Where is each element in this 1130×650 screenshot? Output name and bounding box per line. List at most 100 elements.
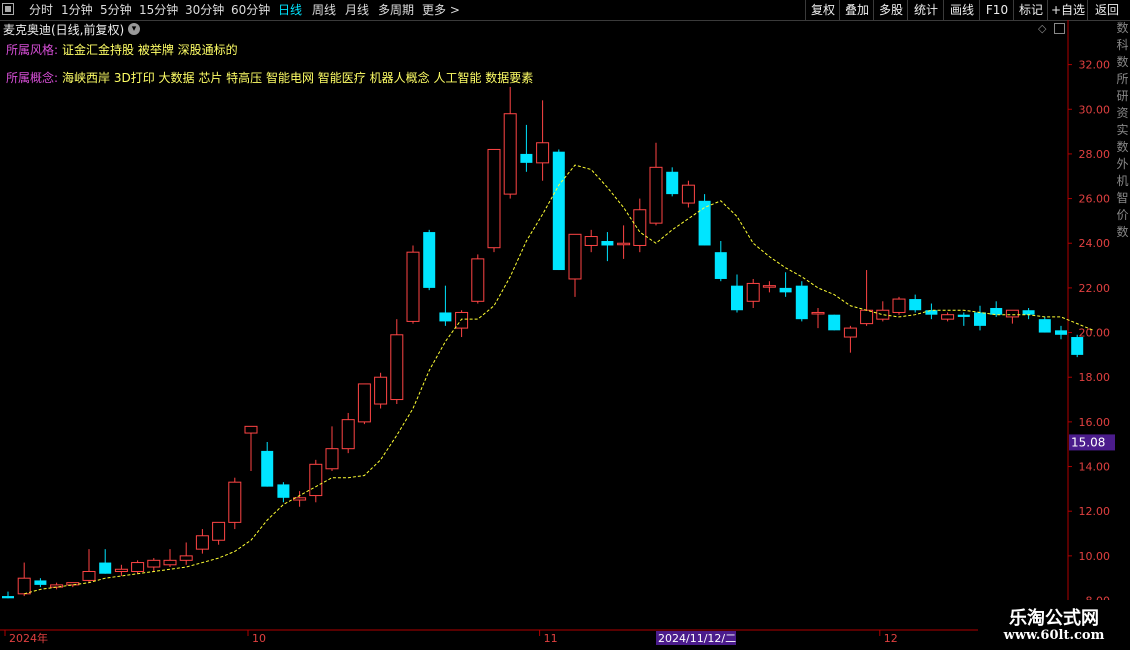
candle (82, 549, 96, 583)
candle (957, 312, 970, 326)
candle-body (974, 312, 986, 326)
candle-body (698, 200, 711, 246)
candle-body (762, 285, 776, 288)
candle (941, 312, 955, 322)
draw-button[interactable]: 画线 (943, 0, 980, 20)
tab-multi-period[interactable]: 多周期 (378, 2, 414, 18)
f10-button[interactable]: F10 (979, 0, 1014, 20)
adjust-button[interactable]: 复权 (805, 0, 840, 20)
style-row: 所属风格: 证金汇金持股 被举牌 深股通标的 (6, 41, 238, 58)
candle-body (82, 570, 96, 581)
candle (503, 86, 517, 199)
candle-body (2, 596, 14, 599)
tab-daily[interactable]: 日线 (278, 2, 302, 18)
candle-body (1071, 337, 1084, 355)
price-tick-label: 20.00 (1079, 327, 1111, 340)
candle (423, 229, 436, 291)
side-label: 数 (1116, 140, 1129, 154)
candle (212, 521, 226, 545)
candle-body (584, 236, 598, 246)
mark-button[interactable]: 标记 (1013, 0, 1048, 20)
candle (325, 426, 339, 472)
overlay-button[interactable]: 叠加 (839, 0, 874, 20)
side-label: 所 (1116, 72, 1129, 86)
price-tick-label: 28.00 (1079, 148, 1111, 161)
stats-button[interactable]: 统计 (907, 0, 944, 20)
candle (520, 124, 533, 172)
candle-body (1055, 330, 1067, 335)
candle-body (325, 448, 339, 470)
stock-title: 麦克奥迪(日线,前复权) (3, 23, 125, 37)
candle-body (811, 311, 825, 315)
candle (746, 278, 760, 308)
tab-30min[interactable]: 30分钟 (185, 2, 224, 18)
side-panel: 数科数所研资实数外机智价数 (1115, 20, 1130, 630)
time-tick-label: 11 (544, 632, 558, 645)
diamond-icon[interactable]: ◇ (1038, 22, 1046, 35)
candle (114, 564, 128, 576)
candle-body (731, 285, 743, 311)
candle-body (536, 142, 550, 164)
side-label: 实 (1116, 123, 1129, 137)
chart-title-bar: 麦克奥迪(日线,前复权) ▾ ◇ (0, 20, 1070, 38)
candle-body (909, 299, 922, 311)
time-tick-label: 2024年 (9, 631, 48, 645)
price-tick-label: 14.00 (1079, 461, 1111, 474)
candle (876, 301, 890, 322)
candle-body (828, 314, 841, 331)
candle (471, 254, 485, 304)
price-tick-label: 26.00 (1079, 193, 1111, 206)
candle (990, 301, 1003, 317)
candle-body (876, 309, 890, 320)
candle-body (471, 258, 485, 302)
add-watchlist-button[interactable]: +自选 (1047, 0, 1088, 20)
candle (50, 582, 64, 590)
price-tick-label: 16.00 (1079, 416, 1111, 429)
candle-body (990, 307, 1003, 315)
candle (681, 180, 695, 208)
candle-body (649, 166, 663, 224)
candle (455, 310, 469, 338)
candle-body (487, 148, 501, 249)
tab-60min[interactable]: 60分钟 (231, 2, 270, 18)
candle-body (341, 419, 355, 450)
candle-body (957, 314, 970, 317)
candlestick-chart[interactable]: 32.00 30.00 28.00 26.00 24.00 22.00 20.00 18.00… (0, 20, 1115, 650)
tab-15min[interactable]: 15分钟 (139, 2, 178, 18)
candle (1022, 307, 1035, 320)
tab-more[interactable]: 更多 > (422, 2, 460, 18)
tab-1min[interactable]: 1分钟 (61, 2, 93, 18)
price-tick-label: 22.00 (1079, 282, 1111, 295)
maximize-icon[interactable] (1054, 23, 1065, 34)
back-button[interactable]: 返回 (1087, 0, 1126, 20)
price-tick-label: 32.00 (1079, 59, 1111, 72)
tab-5min[interactable]: 5分钟 (100, 2, 132, 18)
watermark-title: 乐淘公式网 (1009, 608, 1099, 629)
candle-body (503, 113, 517, 195)
candle-body (455, 311, 469, 329)
chevron-down-icon[interactable]: ▾ (128, 23, 140, 35)
tab-weekly[interactable]: 周线 (312, 2, 336, 18)
candle-body (406, 251, 420, 322)
candle-body (601, 241, 614, 246)
current-price-label: 15.08 (1071, 435, 1105, 449)
candle-body (147, 559, 161, 568)
candle (439, 285, 452, 326)
candle-body (163, 559, 177, 566)
menu-icon[interactable] (2, 3, 14, 15)
candle-body (423, 232, 436, 288)
tab-intraday[interactable]: 分时 (29, 2, 53, 18)
multi-stock-button[interactable]: 多股 (873, 0, 908, 20)
tab-monthly[interactable]: 月线 (345, 2, 369, 18)
side-label: 数 (1116, 55, 1129, 69)
side-label: 研 (1116, 89, 1129, 103)
candle-body (195, 535, 209, 550)
candle (1071, 334, 1084, 358)
candle-body (633, 209, 647, 246)
candle (341, 412, 355, 454)
candle-body (617, 242, 631, 246)
candle-body (439, 312, 452, 322)
candle-body (779, 287, 792, 293)
style-value: 证金汇金持股 被举牌 深股通标的 (62, 43, 238, 57)
candle-body (568, 233, 582, 280)
